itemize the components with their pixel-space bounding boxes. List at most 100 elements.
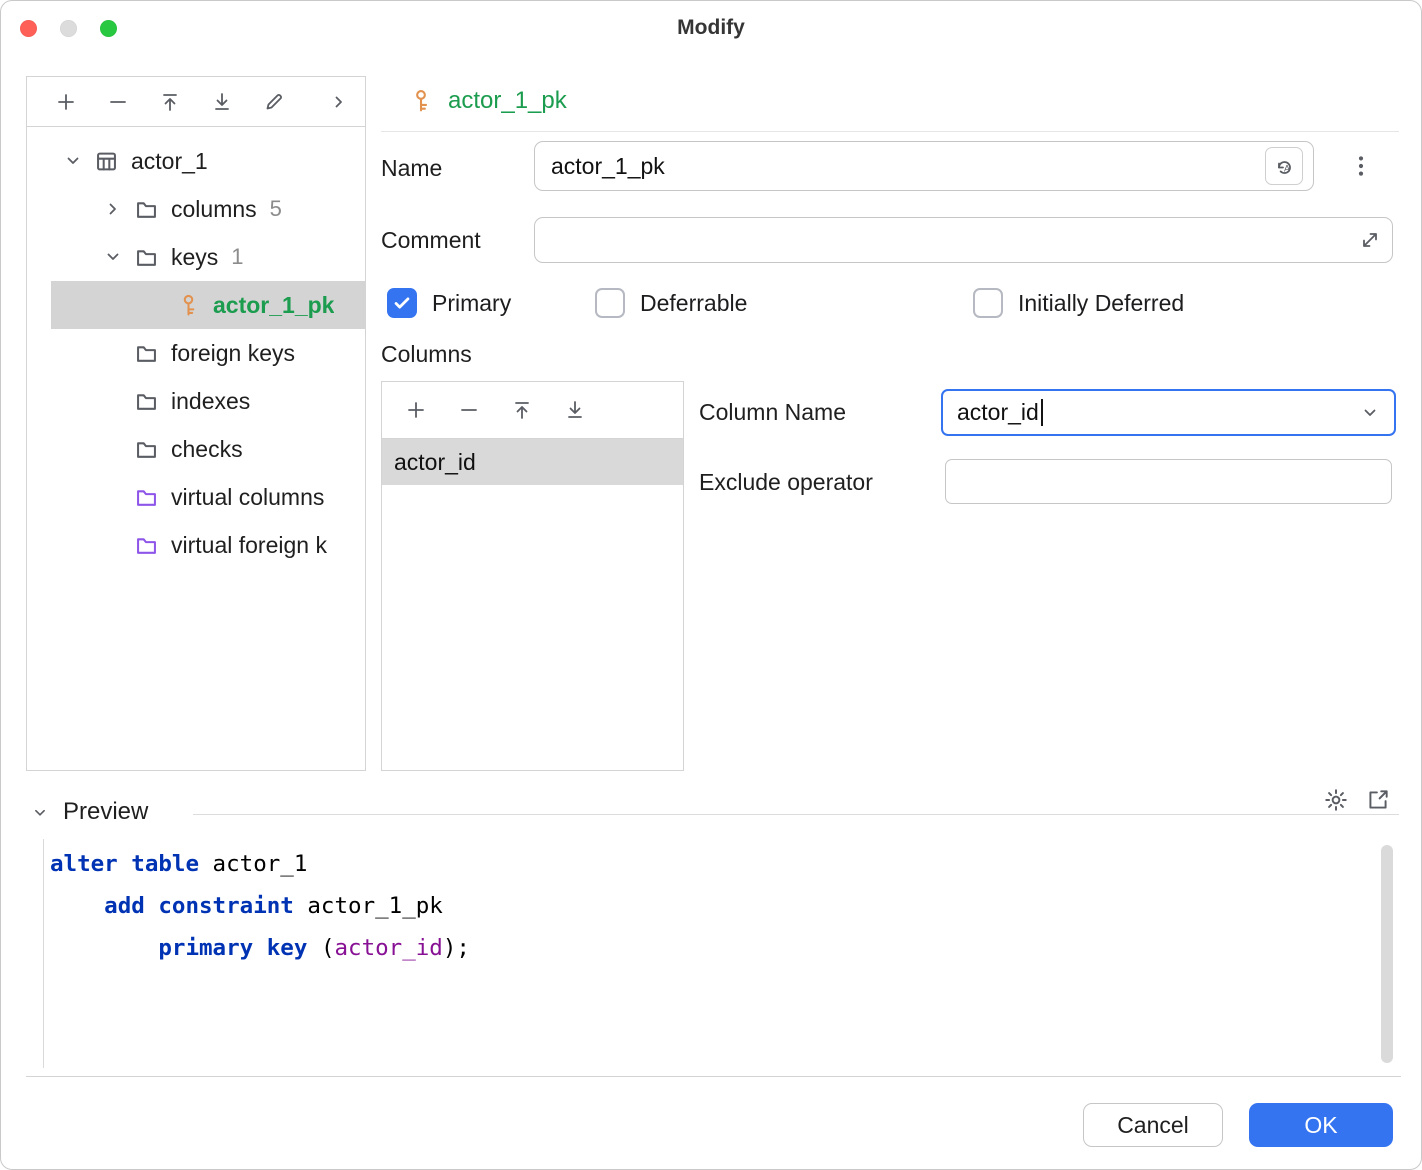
window-title: Modify bbox=[1, 16, 1421, 40]
tree-item-label: virtual columns bbox=[171, 484, 324, 511]
sql-code: alter table actor_1 add constraint actor… bbox=[43, 839, 1377, 1068]
checkbox-box[interactable] bbox=[595, 288, 625, 318]
code-token-plain: ); bbox=[443, 935, 470, 961]
code-line: primary key (actor_id); bbox=[50, 927, 1377, 969]
chevron-down-icon[interactable] bbox=[101, 245, 125, 269]
code-token-column: actor_id bbox=[334, 935, 442, 961]
table-icon bbox=[93, 148, 120, 175]
exclude-operator-label: Exclude operator bbox=[699, 469, 873, 496]
column-name-value: actor_id bbox=[957, 399, 1039, 426]
columns-toolbar bbox=[382, 382, 683, 439]
tree-item-actor-1[interactable]: actor_1 bbox=[27, 137, 365, 185]
tree-item-checks[interactable]: checks bbox=[27, 425, 365, 473]
folder-icon bbox=[133, 388, 160, 415]
minus-button[interactable] bbox=[457, 398, 481, 422]
column-name-combobox[interactable]: actor_id bbox=[941, 389, 1396, 436]
code-token-keyword: primary key bbox=[50, 935, 321, 961]
sql-preview-editor[interactable]: alter table actor_1 add constraint actor… bbox=[26, 839, 1401, 1077]
comment-input[interactable] bbox=[534, 217, 1393, 263]
checkbox-box[interactable] bbox=[387, 288, 417, 318]
open-in-editor-icon[interactable] bbox=[1365, 787, 1391, 813]
code-token-plain: actor_1 bbox=[199, 851, 307, 877]
chevron-down-icon[interactable] bbox=[1358, 401, 1382, 425]
chevron-right-icon[interactable] bbox=[101, 197, 125, 221]
code-token-keyword: add constraint bbox=[50, 893, 294, 919]
tree-item-columns[interactable]: columns 5 bbox=[27, 185, 365, 233]
add-button[interactable] bbox=[54, 90, 78, 114]
tree-item-virtual-foreign-k[interactable]: virtual foreign k bbox=[27, 521, 365, 569]
ok-button[interactable]: OK bbox=[1249, 1103, 1393, 1147]
object-tree-panel: actor_1columns 5 keys 1 actor_1_pkforeign ke… bbox=[26, 76, 366, 771]
key-icon bbox=[175, 292, 202, 319]
folder-icon bbox=[133, 244, 160, 271]
checkbox-label: Primary bbox=[432, 290, 511, 317]
rename-options-button[interactable]: A bbox=[1265, 147, 1303, 185]
checkbox-label: Initially Deferred bbox=[1018, 290, 1184, 317]
deferrable-checkbox[interactable]: Deferrable bbox=[595, 288, 747, 318]
tree-item-foreign-keys[interactable]: foreign keys bbox=[27, 329, 365, 377]
initially-deferred-checkbox[interactable]: Initially Deferred bbox=[973, 288, 1184, 318]
expand-panel-button[interactable] bbox=[327, 90, 351, 114]
code-token-plain: actor_1_pk bbox=[294, 893, 443, 919]
tree-item-label: columns bbox=[171, 196, 257, 223]
move-down-button[interactable] bbox=[210, 90, 234, 114]
preview-label: Preview bbox=[63, 798, 148, 826]
kebab-menu-icon[interactable] bbox=[1347, 151, 1375, 181]
move-up-button[interactable] bbox=[510, 398, 534, 422]
settings-gear-icon[interactable] bbox=[1323, 787, 1349, 813]
collapse-preview-icon[interactable] bbox=[29, 802, 51, 824]
tree-item-label: virtual foreign k bbox=[171, 532, 327, 559]
tree-toolbar bbox=[27, 77, 365, 127]
key-icon bbox=[407, 87, 435, 115]
object-title: actor_1_pk bbox=[448, 87, 567, 115]
column-name-label: Column Name bbox=[699, 399, 846, 426]
expand-icon[interactable] bbox=[1358, 228, 1382, 252]
columns-list: actor_id bbox=[382, 439, 683, 485]
columns-section-label: Columns bbox=[381, 341, 472, 368]
scrollbar[interactable] bbox=[1381, 845, 1393, 1063]
tree-item-keys[interactable]: keys 1 bbox=[27, 233, 365, 281]
exclude-operator-input[interactable] bbox=[945, 459, 1392, 504]
tree-item-label: keys bbox=[171, 244, 218, 271]
move-down-button[interactable] bbox=[563, 398, 587, 422]
edit-button[interactable] bbox=[262, 90, 286, 114]
folder-icon bbox=[133, 436, 160, 463]
tree-item-label: foreign keys bbox=[171, 340, 295, 367]
move-up-button[interactable] bbox=[158, 90, 182, 114]
primary-checkbox[interactable]: Primary bbox=[387, 288, 511, 318]
folder-icon bbox=[133, 196, 160, 223]
tree-item-label: indexes bbox=[171, 388, 250, 415]
text-cursor bbox=[1041, 399, 1043, 426]
remove-button[interactable] bbox=[106, 90, 130, 114]
tree-item-label: actor_1 bbox=[131, 148, 208, 175]
comment-label: Comment bbox=[381, 227, 481, 254]
checkbox-box[interactable] bbox=[973, 288, 1003, 318]
code-line: alter table actor_1 bbox=[50, 843, 1377, 885]
svg-text:A: A bbox=[1284, 164, 1290, 174]
tree-item-actor-1-pk[interactable]: actor_1_pk bbox=[51, 281, 365, 329]
plus-button[interactable] bbox=[404, 398, 428, 422]
header-divider bbox=[381, 131, 1399, 132]
object-tree: actor_1columns 5 keys 1 actor_1_pkforeign ke… bbox=[27, 127, 365, 569]
name-label: Name bbox=[381, 155, 442, 182]
rename-options-icon: A bbox=[1272, 154, 1296, 178]
item-count-badge: 1 bbox=[231, 244, 243, 270]
code-token-plain: ( bbox=[321, 935, 335, 961]
tree-item-indexes[interactable]: indexes bbox=[27, 377, 365, 425]
columns-panel: actor_id bbox=[381, 381, 684, 771]
name-value: actor_1_pk bbox=[551, 153, 665, 180]
chevron-down-icon[interactable] bbox=[61, 149, 85, 173]
item-count-badge: 5 bbox=[270, 196, 282, 222]
modify-dialog: Modify actor_1columns5keys1actor_1_pkfor… bbox=[0, 0, 1422, 1170]
tree-item-label: actor_1_pk bbox=[213, 292, 334, 319]
column-list-item[interactable]: actor_id bbox=[382, 439, 683, 485]
folder-virtual-icon bbox=[133, 484, 160, 511]
code-line: add constraint actor_1_pk bbox=[50, 885, 1377, 927]
name-input[interactable]: actor_1_pk A bbox=[534, 141, 1314, 191]
cancel-button[interactable]: Cancel bbox=[1083, 1103, 1223, 1147]
tree-item-label: checks bbox=[171, 436, 243, 463]
titlebar: Modify bbox=[1, 1, 1421, 57]
folder-virtual-icon bbox=[133, 532, 160, 559]
preview-divider bbox=[193, 814, 1399, 815]
tree-item-virtual-columns[interactable]: virtual columns bbox=[27, 473, 365, 521]
